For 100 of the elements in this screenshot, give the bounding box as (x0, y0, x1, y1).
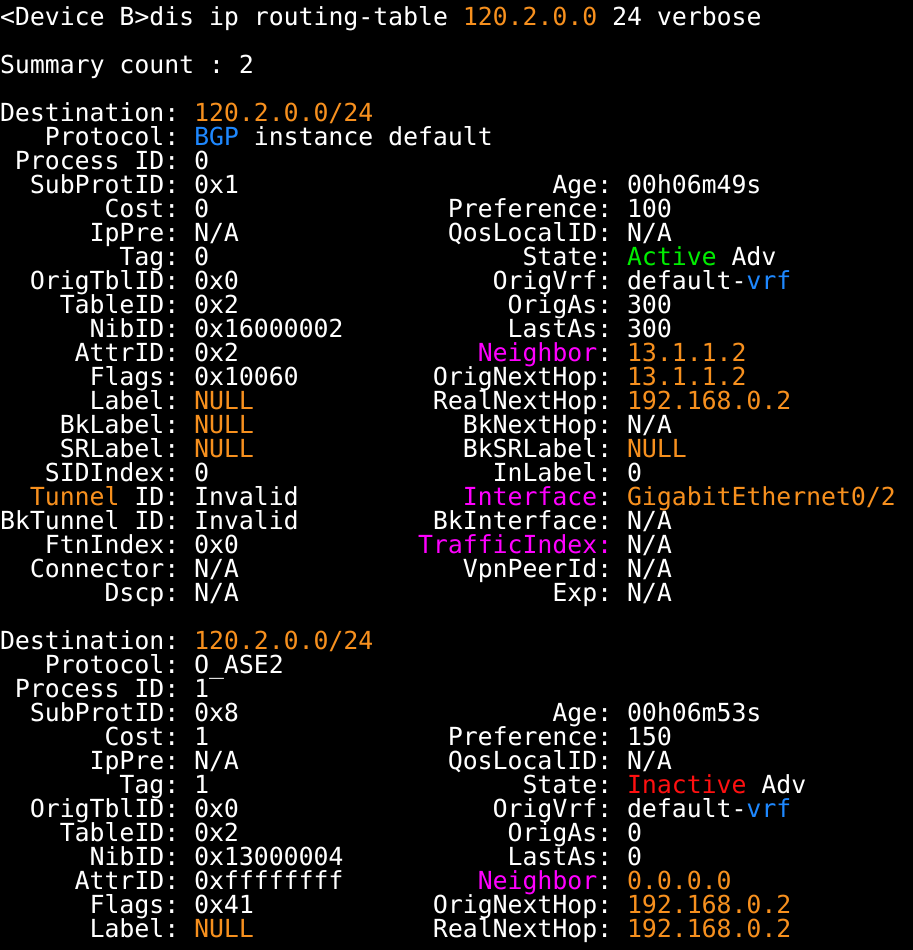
field-label: Tag: (119, 773, 180, 797)
field-label: Preference: (448, 725, 612, 749)
field-label: RealNextHop: (432, 917, 612, 941)
field-label: Cost: (104, 725, 180, 749)
field-value: 120.2.0.0/24 (194, 629, 374, 653)
field-label: AttrID: (74, 341, 180, 365)
field-value: 13.1.1.2 (626, 365, 746, 389)
field-label: OrigTblID: (30, 797, 180, 821)
field-label: SRLabel: (60, 437, 180, 461)
field-value: 0x8 (194, 701, 239, 725)
field-label: Dscp: (104, 581, 180, 605)
field-value: NULL (194, 917, 254, 941)
command-line: <Device B>dis ip routing-table 120.2.0.0 24 verbose (0, 5, 762, 29)
field-value: 0x1 (194, 173, 239, 197)
field-label: Process ID: (14, 149, 180, 173)
field-label: OrigVrf: (492, 797, 612, 821)
field-label: SubProtID: (30, 701, 180, 725)
field-value: 1 (194, 677, 209, 701)
field-value: O_ASE2 (194, 653, 284, 677)
field-value: 192.168.0.2 (626, 389, 792, 413)
field-value: 00h06m53s (626, 701, 762, 725)
field-value: 192.168.0.2 (626, 917, 792, 941)
field-value: N/A (194, 749, 239, 773)
field-label: OrigAs: (508, 821, 612, 845)
field-label: IpPre: (90, 749, 180, 773)
field-value: 0 (626, 461, 642, 485)
field-value: BGP instance default (194, 125, 493, 149)
field-label: BkLabel: (60, 413, 180, 437)
field-label: FtnIndex: (44, 533, 180, 557)
field-label: Exp: (552, 581, 612, 605)
field-label: BkTunnel ID: (0, 509, 180, 533)
field-value: NULL (626, 437, 687, 461)
field-value: 0 (194, 149, 209, 173)
field-value: 00h06m49s (626, 173, 762, 197)
field-value: 0x16000002 (194, 317, 344, 341)
field-value: 0x13000004 (194, 845, 344, 869)
field-label: QosLocalID: (448, 749, 612, 773)
field-value: NULL (194, 437, 254, 461)
field-label: State: (522, 773, 612, 797)
summary-text: Summary count : 2 (0, 53, 254, 77)
field-label: Age: (552, 701, 612, 725)
field-label: QosLocalID: (448, 221, 612, 245)
field-label: TableID: (60, 821, 180, 845)
field-value: 300 (626, 293, 672, 317)
field-label: NibID: (90, 317, 180, 341)
field-value: N/A (626, 557, 672, 581)
field-label: Cost: (104, 197, 180, 221)
field-label: Label: (90, 917, 180, 941)
field-value: NULL (194, 389, 254, 413)
field-value: 0x2 (194, 341, 239, 365)
field-value: default-vrf (626, 269, 792, 293)
field-value: Inactive Adv (626, 773, 806, 797)
field-value: N/A (626, 533, 672, 557)
field-value: 0 (626, 845, 642, 869)
field-value: NULL (194, 413, 254, 437)
field-label: State: (522, 245, 612, 269)
field-value: 1 (194, 773, 209, 797)
field-label: TableID: (60, 293, 180, 317)
field-value: default-vrf (626, 797, 792, 821)
field-label: BkNextHop: (462, 413, 612, 437)
field-label: OrigVrf: (492, 269, 612, 293)
field-value: 0 (626, 821, 642, 845)
field-value: N/A (626, 749, 672, 773)
field-label: RealNextHop: (432, 389, 612, 413)
field-label: Process ID: (14, 677, 180, 701)
field-label: OrigAs: (508, 293, 612, 317)
field-label: Destination: (0, 101, 180, 125)
field-label: OrigNextHop: (432, 365, 612, 389)
field-label: SubProtID: (30, 173, 180, 197)
field-value: GigabitEthernet0/2 (626, 485, 896, 509)
field-value: 0.0.0.0 (626, 869, 732, 893)
field-value: 120.2.0.0/24 (194, 101, 374, 125)
field-value: 0 (194, 245, 209, 269)
field-label: Protocol: (44, 653, 180, 677)
field-value: 0x41 (194, 893, 254, 917)
field-label: Age: (552, 173, 612, 197)
field-value: Invalid (194, 485, 299, 509)
field-value: 192.168.0.2 (626, 893, 792, 917)
field-value: N/A (194, 581, 239, 605)
field-value: 150 (626, 725, 672, 749)
field-value: 100 (626, 197, 672, 221)
field-label: Connector: (30, 557, 180, 581)
field-label: SIDIndex: (44, 461, 180, 485)
field-value: N/A (626, 413, 672, 437)
field-label: AttrID: (74, 869, 180, 893)
field-label: Tag: (119, 245, 180, 269)
field-label: InLabel: (492, 461, 612, 485)
field-label: OrigNextHop: (432, 893, 612, 917)
field-value: 0 (194, 461, 209, 485)
field-label: Destination: (0, 629, 180, 653)
field-label: NibID: (90, 845, 180, 869)
field-label: TrafficIndex: (418, 533, 612, 557)
field-label: LastAs: (508, 317, 612, 341)
field-value: 300 (626, 317, 672, 341)
field-value: Invalid (194, 509, 299, 533)
field-value: N/A (626, 581, 672, 605)
field-value: 0x2 (194, 821, 239, 845)
field-label: Flags: (90, 893, 180, 917)
field-value: N/A (626, 509, 672, 533)
field-label: VpnPeerId: (462, 557, 612, 581)
